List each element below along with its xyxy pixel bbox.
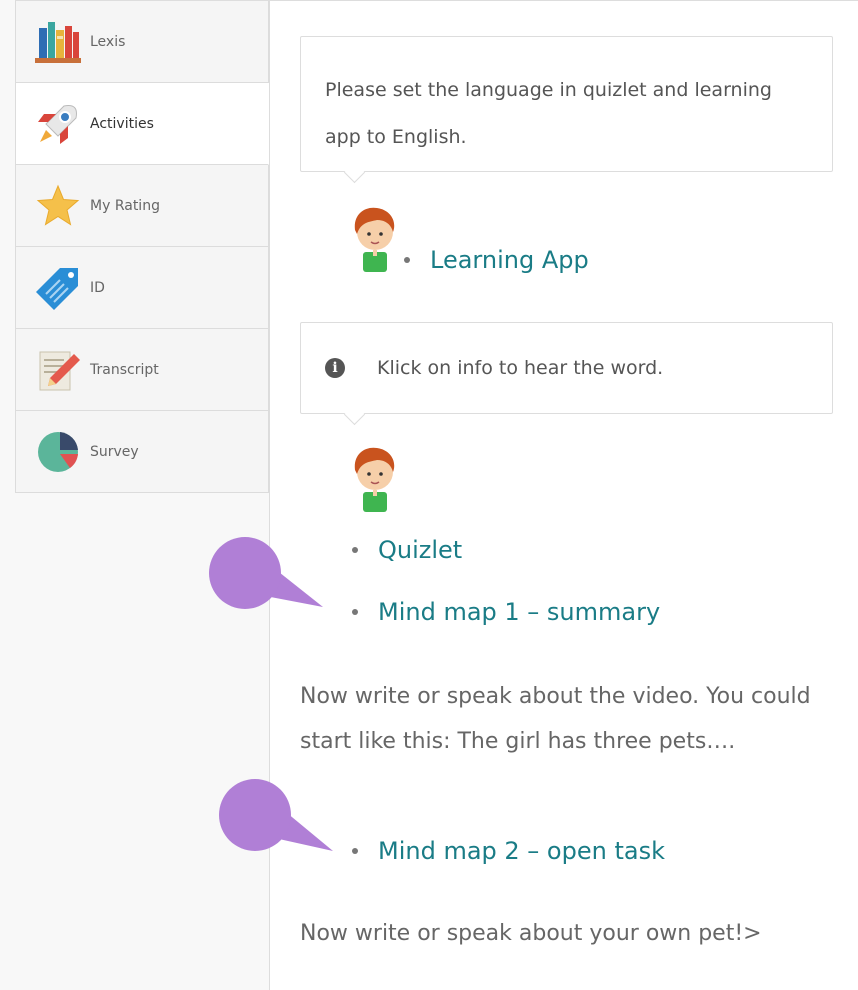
bullet-dot — [404, 257, 410, 263]
sidebar-item-label: My Rating — [90, 197, 160, 214]
boy-avatar-icon — [347, 444, 403, 518]
list-item: Mind map 2 – open task — [352, 837, 665, 865]
sidebar-item-my-rating[interactable]: My Rating — [15, 165, 269, 247]
tip-text: Klick on info to hear the word. — [377, 357, 664, 379]
learning-app-link[interactable]: Learning App — [430, 246, 589, 274]
mind-map-2-link[interactable]: Mind map 2 – open task — [378, 837, 665, 865]
instruction-paragraph: Now write or speak about your own pet!> — [300, 921, 762, 946]
tag-icon — [32, 262, 84, 314]
list-item: Quizlet — [352, 536, 462, 564]
sidebar-item-lexis[interactable]: Lexis — [15, 1, 269, 83]
tip-speech-bubble: Please set the language in quizlet and l… — [300, 36, 833, 172]
sidebar-item-label: Transcript — [90, 361, 159, 378]
annotation-marker-icon — [219, 779, 333, 851]
sidebar-item-survey[interactable]: Survey — [15, 411, 269, 493]
tip-speech-bubble: i Klick on info to hear the word. — [300, 322, 833, 414]
bullet-dot — [352, 547, 358, 553]
quizlet-link[interactable]: Quizlet — [378, 536, 462, 564]
rocket-icon — [32, 98, 84, 150]
bullet-dot — [352, 609, 358, 615]
notepad-pencil-icon — [32, 344, 84, 396]
instruction-paragraph: Now write or speak about the video. You … — [300, 684, 811, 754]
star-icon — [32, 180, 84, 232]
sidebar-item-label: Lexis — [90, 33, 126, 50]
boy-avatar-icon — [347, 204, 403, 278]
books-icon — [32, 16, 84, 68]
activities-panel: Please set the language in quizlet and l… — [269, 0, 858, 990]
annotation-marker-icon — [209, 537, 323, 609]
sidebar-item-label: Survey — [90, 443, 139, 460]
sidebar-item-activities[interactable]: Activities — [15, 83, 269, 165]
info-icon[interactable]: i — [325, 358, 345, 378]
list-item: Mind map 1 – summary — [352, 598, 660, 626]
sidebar-item-id[interactable]: ID — [15, 247, 269, 329]
mind-map-1-link[interactable]: Mind map 1 – summary — [378, 598, 660, 626]
bullet-dot — [352, 848, 358, 854]
tip-text: Please set the language in quizlet and l… — [325, 79, 772, 148]
sidebar-item-transcript[interactable]: Transcript — [15, 329, 269, 411]
sidebar-item-label: Activities — [90, 115, 154, 132]
pie-chart-icon — [32, 426, 84, 478]
sidebar-nav: Lexis Activities My Rating ID Transcript… — [15, 0, 269, 493]
sidebar-item-label: ID — [90, 279, 105, 296]
list-item: Learning App — [404, 246, 589, 274]
